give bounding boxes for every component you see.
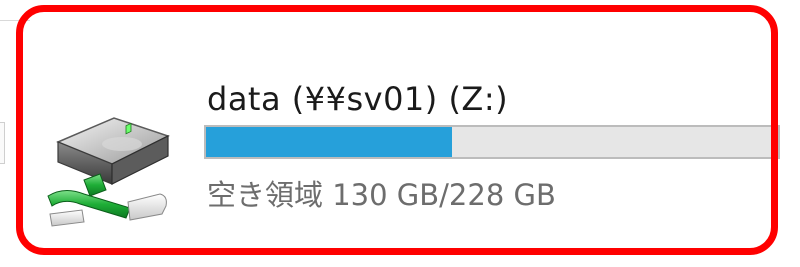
scroll-edge <box>0 122 5 164</box>
highlight-frame <box>16 5 778 255</box>
explorer-view: data (¥¥sv01) (Z:) 空き領域 130 GB/228 GB <box>0 0 800 267</box>
